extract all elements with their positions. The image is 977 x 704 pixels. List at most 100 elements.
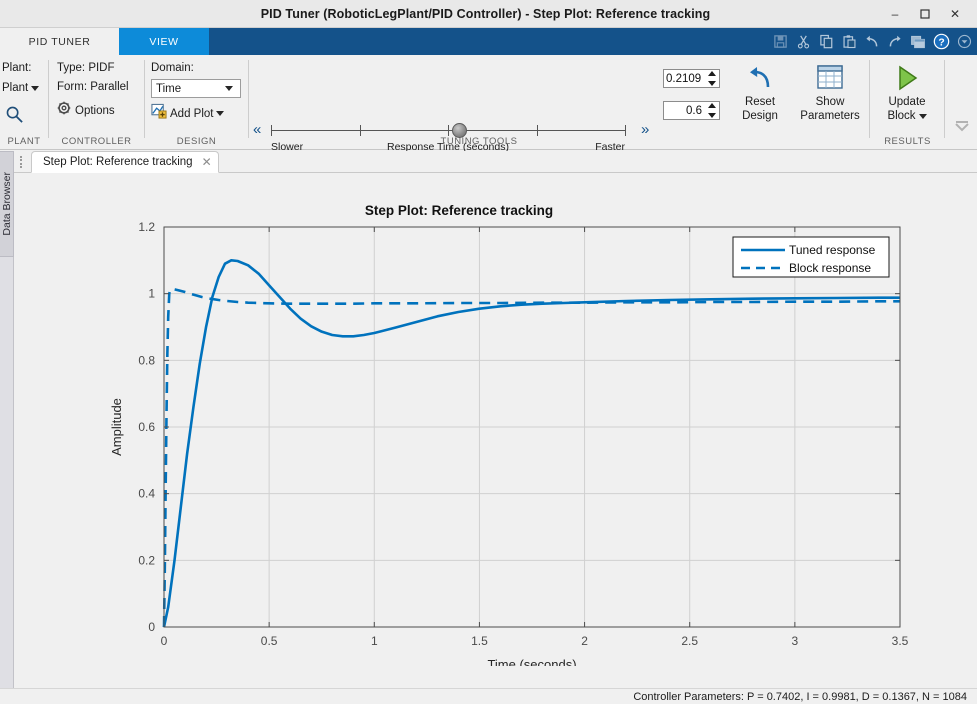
update-block-button[interactable]: Update Block	[868, 61, 946, 123]
plant-caption: Plant:	[2, 62, 31, 74]
x-tick-label: 1	[371, 634, 378, 648]
layout-icon[interactable]	[907, 31, 929, 53]
minimize-icon[interactable]: –	[881, 3, 909, 25]
x-tick-label: 1.5	[471, 634, 488, 648]
play-icon	[892, 61, 922, 95]
sidebar-item-data-browser[interactable]: Data Browser	[0, 151, 14, 257]
undo-arrow-icon	[745, 61, 775, 95]
slider-tick	[271, 125, 272, 136]
y-tick-label: 1	[148, 287, 155, 301]
search-icon[interactable]	[5, 105, 24, 129]
options-label: Options	[75, 105, 115, 117]
plant-selector[interactable]: Plant	[2, 82, 39, 94]
slider-tick	[537, 125, 538, 136]
tab-view[interactable]: VIEW	[119, 28, 209, 55]
slider-tick	[360, 125, 361, 136]
series-line-2	[164, 289, 900, 627]
tab-bar-grip[interactable]	[18, 155, 24, 169]
chevron-down-icon	[225, 86, 233, 91]
maximize-icon[interactable]	[911, 3, 939, 25]
help-icon[interactable]: ?	[930, 31, 952, 53]
controller-parameters-status: Controller Parameters: P = 0.7402, I = 0…	[633, 691, 967, 703]
ribbon-group-tuning-tools-label: TUNING TOOLS	[309, 136, 649, 147]
document-tab-label: Step Plot: Reference tracking	[43, 156, 193, 168]
show-parameters-button[interactable]: Show Parameters	[791, 61, 869, 123]
undo-icon[interactable]	[861, 31, 883, 53]
ribbon-tab-strip: PID TUNER VIEW	[0, 28, 977, 55]
status-bar: Controller Parameters: P = 0.7402, I = 0…	[0, 688, 977, 704]
reset-design-label-line2: Design	[742, 109, 778, 123]
copy-icon[interactable]	[815, 31, 837, 53]
x-tick-label: 2.5	[681, 634, 698, 648]
stepper-down-icon[interactable]	[708, 81, 716, 86]
ribbon-group-controller: Type: PIDF Form: Parallel Options CONTRO…	[49, 55, 144, 150]
add-plot-icon	[151, 103, 167, 124]
legend-label-2: Block response	[789, 261, 871, 275]
ribbon-group-reset: Reset Design	[729, 55, 791, 150]
controller-type: Type: PIDF	[57, 62, 115, 74]
ribbon-group-design-label: DESIGN	[145, 136, 248, 147]
x-tick-label: 0	[161, 634, 168, 648]
plot-panel: Step Plot: Reference tracking 00.511.522…	[14, 173, 977, 688]
tab-pid-tuner[interactable]: PID TUNER	[0, 28, 119, 55]
document-tab-bar: Step Plot: Reference tracking ✕	[14, 151, 977, 173]
ribbon: Plant: Plant PLANT Type: PIDF Form: Para…	[0, 55, 977, 150]
close-icon[interactable]: ✕	[941, 3, 969, 25]
stepper-down-icon[interactable]	[708, 113, 716, 118]
sidebar-item-label: Data Browser	[1, 172, 13, 236]
legend-label-1: Tuned response	[789, 243, 876, 257]
response-time-input[interactable]	[664, 70, 704, 87]
chevron-down-icon	[31, 86, 39, 91]
document-tab-step-plot[interactable]: Step Plot: Reference tracking ✕	[31, 151, 219, 173]
stepper-buttons	[705, 103, 718, 118]
close-tab-icon[interactable]: ✕	[202, 155, 212, 169]
reset-design-button[interactable]: Reset Design	[721, 61, 799, 123]
gear-icon	[57, 101, 71, 120]
stepper-up-icon[interactable]	[708, 103, 716, 108]
save-icon[interactable]	[769, 31, 791, 53]
quick-access-toolbar: ?	[769, 30, 975, 53]
response-time-stepper[interactable]	[663, 69, 720, 88]
window-title: PID Tuner (RoboticLegPlant/PID Controlle…	[0, 7, 881, 21]
ribbon-group-design: Domain: Time Add Plot DESIGN	[145, 55, 248, 150]
y-tick-label: 1.2	[138, 220, 155, 234]
document-area: Step Plot: Reference tracking ✕ Step Plo…	[14, 151, 977, 688]
title-bar: PID Tuner (RoboticLegPlant/PID Controlle…	[0, 0, 977, 28]
ribbon-group-results: Update Block RESULTS	[871, 55, 944, 150]
update-block-label-line1: Update	[888, 95, 925, 109]
ribbon-separator	[944, 60, 945, 138]
ribbon-group-plant-label: PLANT	[0, 136, 48, 147]
stepper-buttons	[705, 71, 718, 86]
paste-icon[interactable]	[838, 31, 860, 53]
ribbon-group-tuning-tools: « » Slower Response Time (seconds) Faste…	[249, 55, 658, 150]
y-tick-label: 0	[148, 620, 155, 634]
chevron-down-icon[interactable]	[953, 31, 975, 53]
pid-tuner-window: PID Tuner (RoboticLegPlant/PID Controlle…	[0, 0, 977, 704]
chevron-double-left-icon[interactable]: «	[253, 121, 261, 138]
y-axis-label: Amplitude	[109, 398, 124, 456]
ribbon-group-plant: Plant: Plant PLANT	[0, 55, 48, 150]
x-tick-label: 3.5	[892, 634, 909, 648]
y-tick-label: 0.4	[138, 487, 155, 501]
cut-icon[interactable]	[792, 31, 814, 53]
redo-icon[interactable]	[884, 31, 906, 53]
x-tick-label: 3	[792, 634, 799, 648]
svg-text:?: ?	[938, 37, 944, 48]
left-sidebar: Data Browser	[0, 151, 14, 688]
ribbon-group-controller-label: CONTROLLER	[49, 136, 144, 147]
slider-tick	[448, 125, 449, 136]
add-plot-button[interactable]: Add Plot	[151, 103, 224, 124]
stepper-up-icon[interactable]	[708, 71, 716, 76]
transient-behavior-stepper[interactable]	[663, 101, 720, 120]
show-parameters-label-line1: Show	[816, 95, 845, 109]
options-button[interactable]: Options	[57, 101, 115, 120]
collapse-ribbon-icon[interactable]	[954, 120, 970, 139]
x-tick-label: 2	[581, 634, 588, 648]
show-parameters-label-line2: Parameters	[800, 109, 859, 123]
y-tick-label: 0.6	[138, 420, 155, 434]
domain-select[interactable]: Time	[151, 79, 241, 98]
transient-behavior-input[interactable]	[664, 102, 704, 119]
x-axis-label: Time (seconds)	[487, 657, 576, 666]
step-response-chart[interactable]: 00.511.522.533.500.20.40.60.811.2Time (s…	[14, 173, 977, 666]
update-block-label-line2: Block	[887, 109, 915, 123]
